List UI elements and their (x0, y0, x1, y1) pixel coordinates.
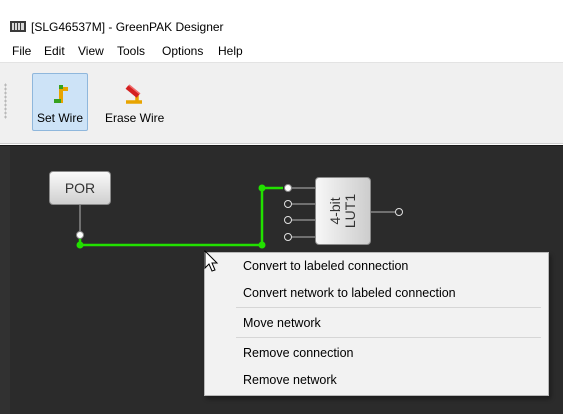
menu-item-remove-network[interactable]: Remove network (243, 372, 337, 388)
menu-item-convert-labeled[interactable]: Convert to labeled connection (243, 258, 408, 274)
set-wire-icon (54, 85, 68, 103)
lut-label-line2: LUT1 (342, 193, 358, 229)
erase-wire-button[interactable]: Erase Wire (104, 73, 165, 131)
menu-bar: File Edit View Tools Options Help (0, 40, 563, 62)
menu-separator (236, 307, 541, 308)
wire-junction[interactable] (258, 241, 266, 249)
lut-label-line1: 4-bit (327, 197, 343, 225)
por-block[interactable]: POR (49, 171, 111, 205)
menu-item-move-network[interactable]: Move network (243, 315, 321, 331)
por-label: POR (64, 180, 96, 196)
toolbar-grip[interactable] (4, 83, 7, 119)
wire-junction[interactable] (76, 241, 84, 249)
menu-help[interactable]: Help (216, 44, 245, 58)
lut-input-pin[interactable] (284, 216, 292, 224)
menu-file[interactable]: File (10, 44, 33, 58)
menu-separator (236, 337, 541, 338)
wire-junction[interactable] (258, 184, 266, 192)
window-title: [SLG46537M] - GreenPAK Designer (31, 20, 224, 34)
set-wire-button[interactable]: Set Wire (32, 73, 88, 131)
erase-wire-icon (125, 84, 142, 104)
lut-output-pin[interactable] (395, 208, 403, 216)
greenpak-app-icon (10, 21, 26, 32)
lut-input-pin[interactable] (284, 200, 292, 208)
lut-input-pin[interactable] (284, 184, 292, 192)
context-menu: Convert to labeled connection Convert ne… (204, 252, 549, 396)
mouse-cursor-icon (204, 250, 219, 272)
lut-label: 4-bit LUT1 (327, 193, 358, 229)
menu-options[interactable]: Options (160, 44, 205, 58)
por-output-pin[interactable] (76, 231, 84, 239)
menu-tools[interactable]: Tools (115, 44, 147, 58)
title-bar: [SLG46537M] - GreenPAK Designer (0, 0, 563, 40)
set-wire-label: Set Wire (36, 111, 83, 125)
lut-input-pin[interactable] (284, 233, 292, 241)
toolbar: Set Wire Erase Wire (0, 62, 563, 144)
erase-wire-label: Erase Wire (105, 111, 165, 125)
menu-view[interactable]: View (76, 44, 106, 58)
menu-item-convert-network-labeled[interactable]: Convert network to labeled connection (243, 285, 456, 301)
lut1-block[interactable]: 4-bit LUT1 (315, 177, 371, 245)
menu-edit[interactable]: Edit (42, 44, 67, 58)
menu-item-remove-connection[interactable]: Remove connection (243, 345, 353, 361)
